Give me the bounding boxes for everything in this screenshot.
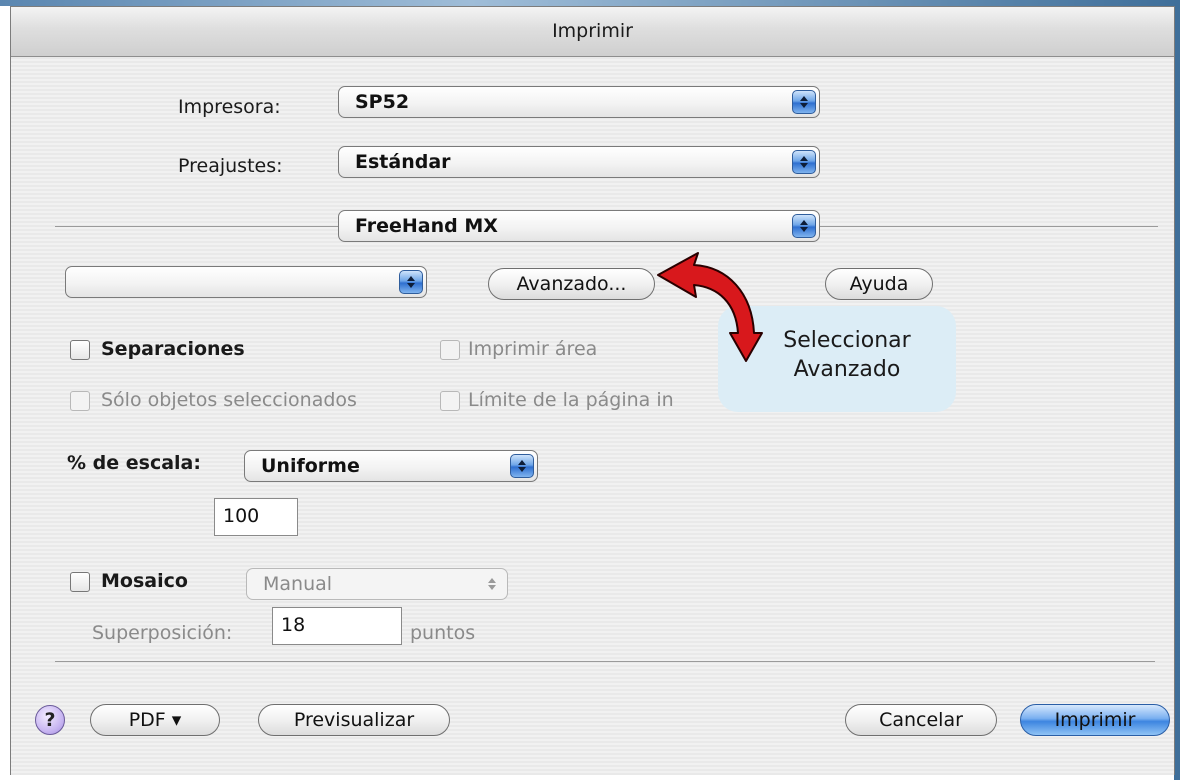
curved-arrow-icon xyxy=(657,252,763,362)
scale-label: % de escala: xyxy=(67,452,201,474)
overlap-unit: puntos xyxy=(410,622,476,644)
panel-popup-value: FreeHand MX xyxy=(355,215,498,237)
help-icon[interactable]: ? xyxy=(35,705,65,735)
annotation-line-1: Seleccionar xyxy=(783,328,911,353)
overlap-label: Superposición: xyxy=(92,622,233,644)
separator-footer xyxy=(55,661,1155,662)
advanced-button[interactable]: Avanzado... xyxy=(488,268,655,300)
pdf-button[interactable]: PDF ▾ xyxy=(90,704,220,736)
overlap-input[interactable]: 18 xyxy=(272,607,402,645)
popup-arrows-icon xyxy=(792,150,816,174)
tiling-checkbox[interactable] xyxy=(70,572,90,592)
presets-label: Preajustes: xyxy=(178,155,283,177)
printer-popup[interactable]: SP52 xyxy=(338,86,820,118)
popup-arrows-icon xyxy=(399,270,423,294)
help-button[interactable]: Ayuda xyxy=(825,268,933,300)
tiling-label: Mosaico xyxy=(101,570,188,592)
selected-only-checkbox[interactable] xyxy=(70,391,90,411)
annotation-line-2: Avanzado xyxy=(793,357,901,382)
title-bar[interactable]: Imprimir xyxy=(11,7,1174,57)
printer-popup-value: SP52 xyxy=(355,91,410,113)
preview-button[interactable]: Previsualizar xyxy=(258,704,450,736)
printer-label: Impresora: xyxy=(178,96,281,118)
popup-arrows-icon xyxy=(510,454,534,478)
tiling-mode-value: Manual xyxy=(263,573,333,595)
page-limit-checkbox[interactable] xyxy=(440,391,460,411)
cancel-button[interactable]: Cancelar xyxy=(845,704,997,736)
presets-popup-value: Estándar xyxy=(355,151,451,173)
scale-input[interactable]: 100 xyxy=(214,498,298,536)
presets-popup[interactable]: Estándar xyxy=(338,146,820,178)
scale-mode-popup[interactable]: Uniforme xyxy=(244,450,538,482)
tiling-mode-popup[interactable]: Manual xyxy=(246,568,508,600)
separations-checkbox[interactable] xyxy=(70,340,90,360)
popup-arrows-icon xyxy=(792,214,816,238)
popup-arrows-icon xyxy=(792,90,816,114)
print-area-checkbox[interactable] xyxy=(440,340,460,360)
page-limit-label: Límite de la página in xyxy=(468,389,674,411)
panel-popup[interactable]: FreeHand MX xyxy=(338,210,820,242)
separator-right xyxy=(818,226,1158,227)
separator-left xyxy=(55,226,340,227)
selected-only-label: Sólo objetos seleccionados xyxy=(101,389,357,411)
popup-arrows-icon xyxy=(480,572,504,596)
separations-label: Separaciones xyxy=(101,338,245,360)
annotation-text: Seleccionar Avanzado xyxy=(757,326,937,384)
print-area-label: Imprimir área xyxy=(468,338,598,360)
options-popup[interactable] xyxy=(65,266,427,298)
scale-mode-value: Uniforme xyxy=(261,455,360,477)
print-button[interactable]: Imprimir xyxy=(1020,704,1170,736)
window-title: Imprimir xyxy=(552,20,633,42)
